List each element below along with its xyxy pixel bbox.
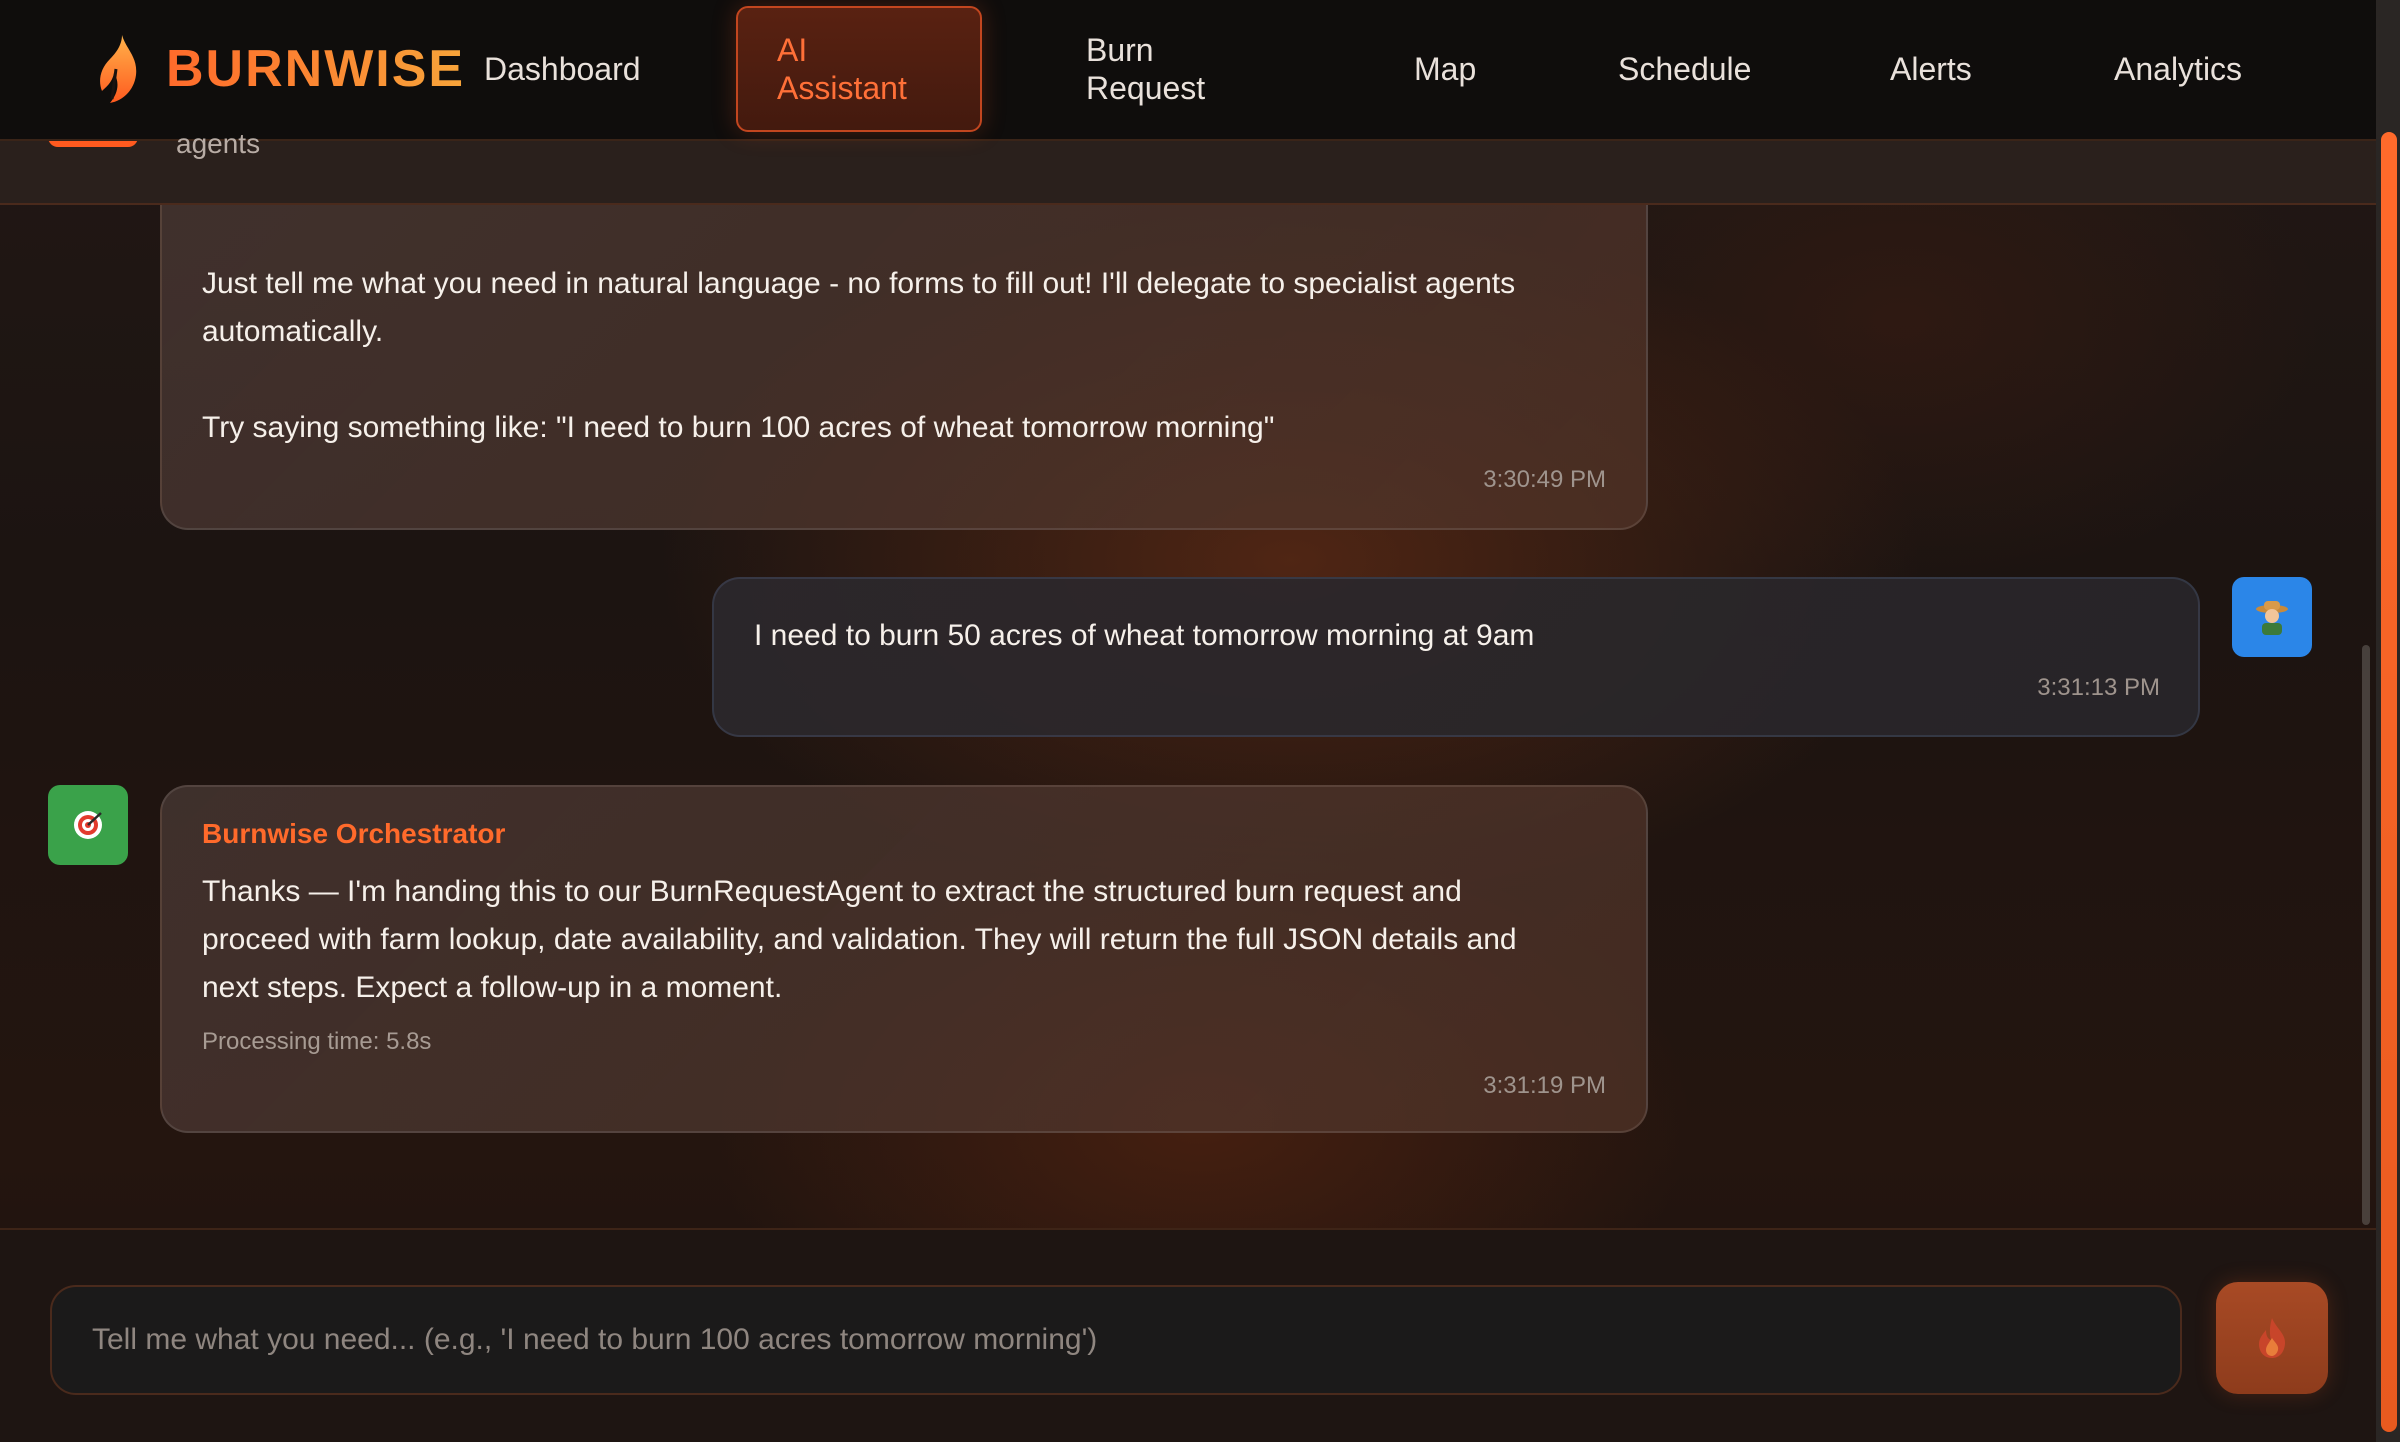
message-timestamp: 3:31:19 PM bbox=[1483, 1072, 1606, 1099]
nav-map[interactable]: Map bbox=[1414, 6, 1476, 132]
message-text: Just tell me what you need in natural la… bbox=[202, 260, 1632, 452]
message-text: Thanks — I'm handing this to our BurnReq… bbox=[202, 868, 1632, 1012]
nav-analytics[interactable]: Analytics bbox=[2114, 6, 2242, 132]
nav-burn-request[interactable]: Burn Request bbox=[1086, 6, 1205, 132]
page-scrollbar[interactable] bbox=[2376, 0, 2400, 1442]
message-line: Try saying something like: "I need to bu… bbox=[202, 411, 1275, 444]
nav-dashboard[interactable]: Dashboard bbox=[484, 6, 641, 132]
farmer-icon bbox=[2256, 601, 2288, 635]
message-text: I need to burn 50 acres of wheat tomorro… bbox=[754, 619, 1535, 652]
inner-scroll-track[interactable] bbox=[2362, 645, 2370, 1225]
message-composer bbox=[0, 1228, 2376, 1442]
message-timestamp: 3:31:13 PM bbox=[2037, 674, 2160, 701]
chat-subheader bbox=[0, 137, 2376, 205]
message-line bbox=[202, 356, 1632, 404]
message-line: Thanks — I'm handing this to our BurnReq… bbox=[202, 875, 1462, 908]
nav-label: Analytics bbox=[2114, 51, 2243, 87]
processing-time: Processing time: 5.8s bbox=[202, 1028, 432, 1055]
user-avatar bbox=[2232, 577, 2312, 657]
app-page: BURNWISE Dashboard AI Assistant Burn Req… bbox=[0, 0, 2400, 1442]
flame-icon bbox=[100, 35, 137, 103]
message-line: automatically. bbox=[202, 315, 384, 348]
nav-label: Map bbox=[1414, 51, 1477, 87]
send-button[interactable] bbox=[2216, 1282, 2328, 1394]
nav-ai-assistant[interactable]: AI Assistant bbox=[736, 6, 982, 132]
nav-label: Alerts bbox=[1890, 51, 1972, 87]
message-line: Just tell me what you need in natural la… bbox=[202, 267, 1516, 300]
nav-schedule[interactable]: Schedule bbox=[1618, 6, 1751, 132]
scrollbar-thumb[interactable] bbox=[2381, 132, 2397, 1432]
message-line: proceed with farm lookup, date availabil… bbox=[202, 923, 1517, 956]
target-icon bbox=[74, 811, 102, 839]
nav-label: AI Assistant bbox=[777, 32, 907, 106]
subheader-text: agents bbox=[176, 128, 261, 159]
brand-name: BURNWISE bbox=[166, 40, 466, 98]
nav-label: Dashboard bbox=[484, 51, 641, 87]
nav-label: Schedule bbox=[1618, 51, 1752, 87]
nav-alerts[interactable]: Alerts bbox=[1890, 6, 1972, 132]
top-navigation: BURNWISE Dashboard AI Assistant Burn Req… bbox=[0, 0, 2376, 141]
message-sender: Burnwise Orchestrator bbox=[202, 818, 506, 849]
brand[interactable]: BURNWISE bbox=[92, 26, 465, 112]
nav-label: Burn Request bbox=[1086, 32, 1206, 106]
flame-icon bbox=[2259, 1318, 2286, 1358]
orchestrator-avatar bbox=[48, 785, 128, 865]
message-line: next steps. Expect a follow-up in a mome… bbox=[202, 971, 783, 1004]
chat-input[interactable] bbox=[50, 1285, 2182, 1395]
message-timestamp: 3:30:49 PM bbox=[1483, 466, 1606, 493]
